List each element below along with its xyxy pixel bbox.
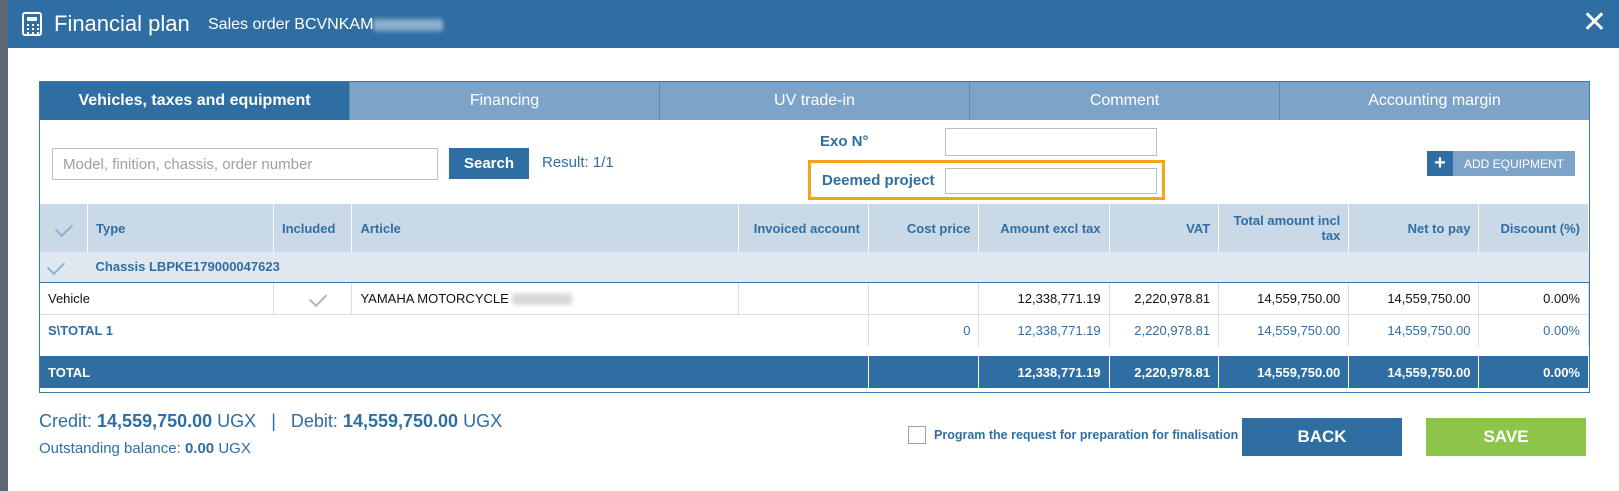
close-icon[interactable]: ✕ [1582, 6, 1607, 40]
total-vat: 2,220,978.81 [1109, 356, 1220, 388]
dialog-title: Financial plan [54, 11, 190, 36]
exo-input[interactable] [945, 128, 1157, 156]
total-total: 14,559,750.00 [1218, 356, 1350, 388]
spacer-row [40, 346, 1589, 356]
subtotal-net: 14,559,750.00 [1348, 314, 1480, 346]
total-row: TOTAL 12,338,771.19 2,220,978.81 14,559,… [40, 356, 1589, 388]
col-included[interactable]: Included [273, 204, 353, 252]
redacted-text [373, 18, 444, 31]
program-request-option[interactable]: Program the request for preparation for … [908, 426, 1238, 444]
financial-plan-dialog: Financial plan Sales order BCVNKAM ✕ Veh… [8, 0, 1619, 491]
tab-comment[interactable]: Comment [970, 82, 1280, 120]
tab-financing[interactable]: Financing [350, 82, 660, 120]
title-bar: Financial plan Sales order BCVNKAM ✕ [8, 0, 1619, 48]
deemed-project-input[interactable] [945, 168, 1157, 194]
col-amount-excl-tax[interactable]: Amount excl tax [978, 204, 1110, 252]
program-request-label: Program the request for preparation for … [934, 428, 1239, 442]
main-panel: Vehicles, taxes and equipment Financing … [39, 81, 1590, 393]
total-amount: 12,338,771.19 [978, 356, 1110, 388]
subtotal-total: 14,559,750.00 [1218, 314, 1350, 346]
col-discount[interactable]: Discount (%) [1478, 204, 1589, 252]
col-article[interactable]: Article [351, 204, 739, 252]
search-result: Result: 1/1 [542, 154, 614, 171]
row-included-check[interactable] [273, 282, 353, 315]
outstanding-balance: Outstanding balance: 0.00 UGX [39, 440, 251, 457]
tab-vehicles-taxes-equipment[interactable]: Vehicles, taxes and equipment [40, 82, 350, 120]
total-cost [868, 356, 980, 388]
financial-table: Type Included Article Invoiced account C… [40, 204, 1589, 388]
row-vat: 2,220,978.81 [1109, 282, 1220, 315]
chassis-checkbox[interactable] [40, 252, 88, 283]
exo-label: Exo N° [820, 133, 869, 150]
chassis-row[interactable]: Chassis LBPKE179000047623 [40, 252, 1589, 283]
col-cost-price[interactable]: Cost price [868, 204, 980, 252]
search-button[interactable]: Search [449, 148, 529, 179]
deemed-project-label: Deemed project [822, 172, 935, 189]
tab-accounting-margin[interactable]: Accounting margin [1280, 82, 1589, 120]
subtotal-row: S\TOTAL 1 0 12,338,771.19 2,220,978.81 1… [40, 314, 1589, 346]
credit-debit-summary: Credit: 14,559,750.00 UGX | Debit: 14,55… [39, 411, 503, 431]
col-type[interactable]: Type [87, 204, 274, 252]
tab-uv-trade-in[interactable]: UV trade-in [660, 82, 970, 120]
row-discount: 0.00% [1478, 282, 1589, 315]
table-row[interactable]: Vehicle YAMAHA MOTORCYCLE 12,338,771.19 … [40, 282, 1589, 315]
subtotal-discount: 0.00% [1478, 314, 1589, 346]
back-button[interactable]: BACK [1242, 418, 1402, 456]
row-total-incl-tax: 14,559,750.00 [1218, 282, 1350, 315]
table-header: Type Included Article Invoiced account C… [40, 204, 1589, 252]
row-net-to-pay: 14,559,750.00 [1348, 282, 1480, 315]
row-invoiced-account [738, 282, 869, 315]
col-vat[interactable]: VAT [1109, 204, 1220, 252]
row-amount-excl-tax: 12,338,771.19 [978, 282, 1110, 315]
total-net: 14,559,750.00 [1348, 356, 1480, 388]
program-request-checkbox[interactable] [908, 426, 926, 444]
row-article: YAMAHA MOTORCYCLE [351, 282, 739, 315]
background-app [0, 0, 8, 491]
row-type: Vehicle [40, 282, 274, 315]
search-input[interactable] [52, 148, 438, 180]
save-button[interactable]: SAVE [1426, 418, 1586, 456]
subtotal-label: S\TOTAL 1 [40, 314, 869, 346]
debit-value: 14,559,750.00 [342, 411, 459, 431]
subtotal-vat: 2,220,978.81 [1109, 314, 1220, 346]
plus-icon: + [1427, 151, 1453, 176]
dialog-subtitle: Sales order BCVNKAM [208, 16, 444, 34]
subtotal-amount: 12,338,771.19 [978, 314, 1110, 346]
select-all-checkbox[interactable] [40, 204, 89, 252]
subtotal-cost: 0 [868, 314, 980, 346]
add-equipment-label: ADD EQUIPMENT [1463, 156, 1564, 171]
chassis-label: Chassis LBPKE179000047623 [87, 252, 1589, 283]
row-cost-price [868, 282, 980, 315]
credit-value: 14,559,750.00 [97, 411, 213, 431]
add-equipment-button[interactable]: + ADD EQUIPMENT [1427, 151, 1575, 176]
col-net-to-pay[interactable]: Net to pay [1348, 204, 1480, 252]
col-total-incl-tax[interactable]: Total amount incl tax [1218, 204, 1350, 252]
col-invoiced-account[interactable]: Invoiced account [738, 204, 869, 252]
total-label: TOTAL [40, 356, 869, 388]
total-discount: 0.00% [1478, 356, 1589, 388]
tab-bar: Vehicles, taxes and equipment Financing … [40, 82, 1589, 120]
calculator-icon [22, 12, 42, 36]
